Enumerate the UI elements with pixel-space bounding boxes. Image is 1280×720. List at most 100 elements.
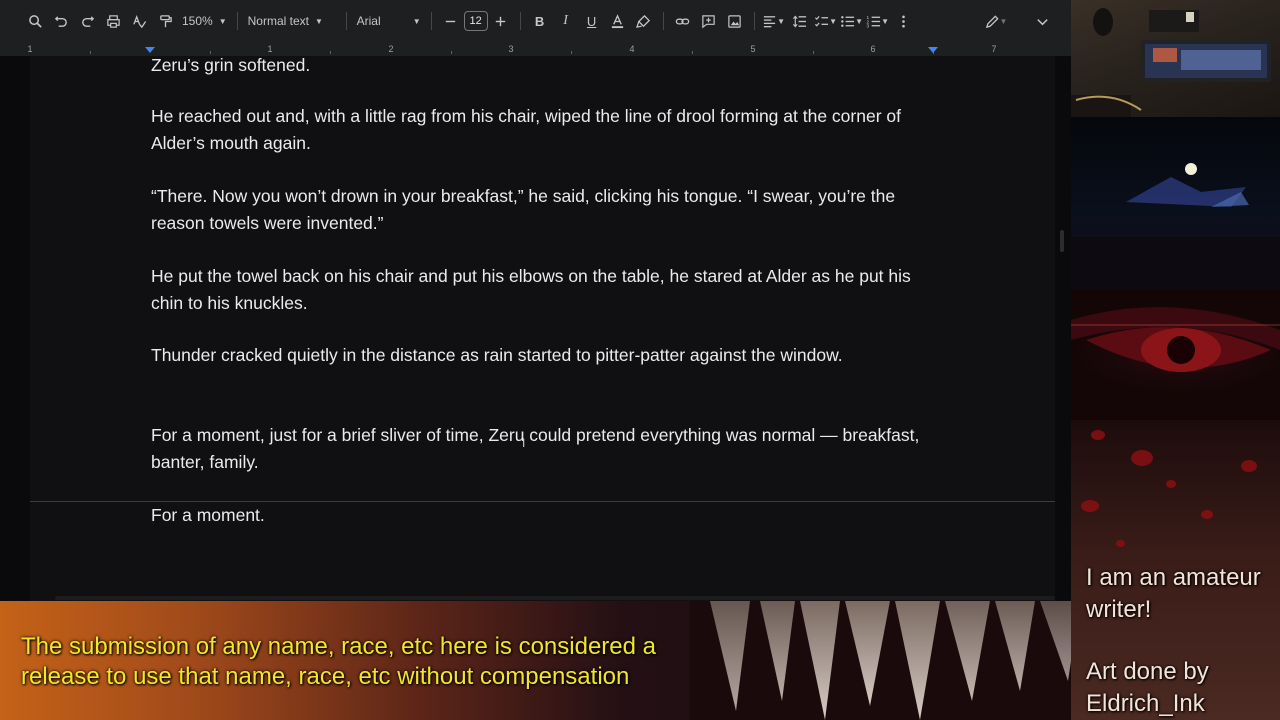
red-eye-art <box>1071 307 1280 372</box>
toolbar-divider <box>662 12 664 30</box>
editing-mode-button[interactable]: ▼ <box>979 7 1013 35</box>
paragraph[interactable]: Thunder cracked quietly in the distance … <box>151 342 941 369</box>
paragraph[interactable]: He reached out and, with a little rag fr… <box>151 103 941 156</box>
scrollbar-thumb[interactable] <box>1060 230 1064 252</box>
chevron-down-icon: ▼ <box>855 16 864 26</box>
chevron-down-icon: ▼ <box>881 16 890 26</box>
blood-splatter <box>1166 480 1176 488</box>
chevron-down-icon: ▼ <box>829 16 838 26</box>
zoom-value: 150% <box>182 14 213 28</box>
spellcheck-icon <box>132 14 146 28</box>
undo-button[interactable] <box>48 7 74 35</box>
ruler-tick <box>451 51 452 54</box>
ruler[interactable]: 1 1 2 3 4 5 6 7 <box>0 42 1071 56</box>
artwork-night-scene <box>1071 117 1280 302</box>
chevron-down-icon: ▼ <box>314 16 323 26</box>
toolbar-divider <box>430 12 432 30</box>
search-icon <box>28 14 42 28</box>
checklist-button[interactable]: ▼ <box>813 7 839 35</box>
chevron-down-icon: ▼ <box>412 16 421 26</box>
highlight-color-button[interactable] <box>631 7 657 35</box>
chevron-down-icon: ▼ <box>777 16 786 26</box>
ruler-label: 3 <box>508 44 514 54</box>
ruler-tick <box>571 51 572 54</box>
docs-toolbar: 150% ▼ Normal text ▼ Arial ▼ 12 B I U ▼ … <box>0 0 1071 42</box>
desk-webcam-image <box>1071 8 1271 117</box>
svg-text:3: 3 <box>867 23 870 28</box>
undo-icon <box>54 15 67 27</box>
minus-icon <box>445 20 456 22</box>
ruler-tick <box>692 51 693 54</box>
decrease-font-size-button[interactable] <box>438 7 464 35</box>
chevron-down-icon: ▼ <box>999 16 1008 26</box>
blood-splatter <box>1241 460 1257 472</box>
document-canvas[interactable]: Zeru’s grin softened. He reached out and… <box>0 56 1071 601</box>
paragraph[interactable]: He put the towel back on his chair and p… <box>151 263 941 316</box>
print-icon <box>106 14 120 28</box>
ruler-label: 1 <box>27 44 33 54</box>
print-button[interactable] <box>100 7 126 35</box>
spelling-check-button[interactable] <box>126 7 152 35</box>
writer-note: I am an amateur writer! <box>1086 564 1261 623</box>
plus-icon <box>495 16 506 26</box>
zoom-select[interactable]: 150% ▼ <box>178 14 231 28</box>
text-color-button[interactable] <box>605 7 631 35</box>
more-vert-icon <box>902 15 905 27</box>
paint-format-button[interactable] <box>152 7 178 35</box>
search-menus-icon[interactable] <box>22 7 48 35</box>
link-icon <box>675 18 690 24</box>
bulleted-list-button[interactable]: ▼ <box>839 7 865 35</box>
style-value: Normal text <box>247 14 309 28</box>
blood-splatter <box>1081 500 1099 512</box>
toolbar-divider <box>753 12 755 30</box>
underline-button[interactable]: U <box>579 7 605 35</box>
numbered-list-button[interactable]: 123 ▼ <box>865 7 891 35</box>
paragraph[interactable]: “There. Now you won’t drown in your brea… <box>151 183 941 236</box>
font-select[interactable]: Arial ▼ <box>353 14 425 28</box>
line-spacing-button[interactable] <box>787 7 813 35</box>
more-options-button[interactable] <box>891 7 917 35</box>
insert-link-button[interactable] <box>670 7 696 35</box>
text-cursor-icon: I <box>522 436 526 450</box>
toolbar-divider <box>236 12 238 30</box>
toolbar-divider <box>345 12 347 30</box>
hide-menus-button[interactable] <box>1029 7 1055 35</box>
style-select[interactable]: Normal text ▼ <box>244 14 340 28</box>
right-indent-marker[interactable] <box>928 47 938 53</box>
highlighter-icon <box>636 14 651 28</box>
vertical-scrollbar[interactable] <box>1059 60 1065 590</box>
fanged-mouth-artwork <box>690 601 1071 720</box>
ruler-tick <box>210 51 211 54</box>
webcam-feed <box>1071 0 1280 117</box>
paragraph[interactable]: Zeru’s grin softened. <box>151 56 941 79</box>
bold-button[interactable]: B <box>527 7 553 35</box>
ruler-label: 1 <box>267 44 273 54</box>
paragraph[interactable]: For a moment. <box>151 502 941 529</box>
text-color-icon <box>612 13 624 28</box>
chevron-down-icon <box>1036 18 1048 25</box>
italic-button[interactable]: I <box>553 7 579 35</box>
blood-splatter <box>1131 450 1153 466</box>
ruler-label: 4 <box>629 44 635 54</box>
blood-splatter <box>1201 510 1213 519</box>
ruler-tick <box>90 51 91 54</box>
ruler-tick <box>330 51 331 54</box>
insert-image-button[interactable] <box>722 7 748 35</box>
disclaimer-text: The submission of any name, race, etc he… <box>21 633 656 690</box>
paint-format-icon <box>159 14 172 27</box>
increase-font-size-button[interactable] <box>488 7 514 35</box>
redo-button[interactable] <box>74 7 100 35</box>
bold-icon: B <box>534 13 545 29</box>
moonlit-mountain-art <box>1071 163 1280 302</box>
align-button[interactable]: ▼ <box>761 7 787 35</box>
artwork-red-eye <box>1071 290 1280 430</box>
checklist-icon <box>815 15 829 27</box>
ruler-label: 7 <box>991 44 997 54</box>
line-spacing-icon <box>793 14 807 28</box>
left-indent-marker[interactable] <box>145 47 155 53</box>
horizontal-scrollbar[interactable] <box>55 596 1055 600</box>
font-size-input[interactable]: 12 <box>463 11 488 31</box>
paragraph[interactable]: For a moment, just for a brief sliver of… <box>151 422 941 475</box>
font-value: Arial <box>356 14 381 28</box>
add-comment-button[interactable] <box>696 7 722 35</box>
